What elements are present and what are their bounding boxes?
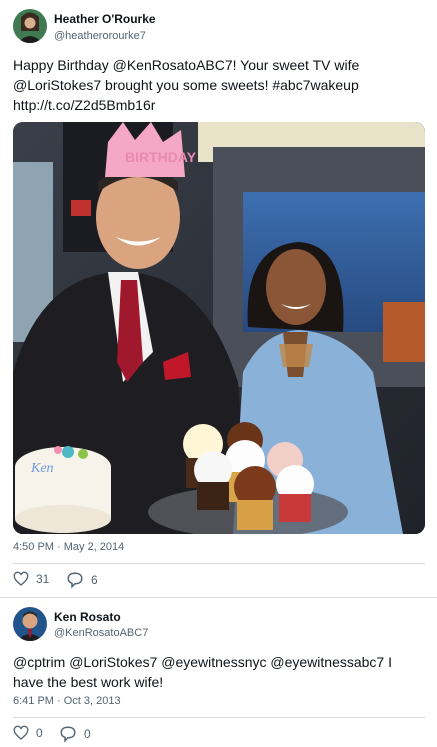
tweet-timestamp[interactable]: 4:50 PM · May 2, 2014 xyxy=(13,541,124,553)
reply-button[interactable]: 6 xyxy=(66,571,98,589)
avatar[interactable] xyxy=(13,607,47,641)
author-name[interactable]: Heather O'Rourke xyxy=(54,12,156,26)
heart-icon xyxy=(13,725,29,740)
divider xyxy=(13,717,425,718)
author-handle[interactable]: @heatherorourke7 xyxy=(54,30,146,42)
like-count: 31 xyxy=(36,572,50,586)
divider xyxy=(13,563,425,564)
tweet-photo[interactable]: BIRTHDAY Ken xyxy=(13,122,425,534)
reply-bubble-icon xyxy=(60,726,76,743)
like-button[interactable]: 31 xyxy=(13,571,49,587)
reply-count: 0 xyxy=(84,727,91,741)
tweet-card[interactable]: Ken Rosato @KenRosatoABC7 @cptrim @LoriS… xyxy=(0,598,437,747)
tweet-text: @cptrim @LoriStokes7 @eyewitnessnyc @eye… xyxy=(13,654,392,690)
heart-icon xyxy=(13,571,29,586)
svg-text:Ken: Ken xyxy=(30,461,54,476)
avatar[interactable] xyxy=(13,9,47,43)
like-button[interactable]: 0 xyxy=(13,725,43,741)
reply-count: 6 xyxy=(91,573,98,587)
tweet-timestamp[interactable]: 6:41 PM · Oct 3, 2013 xyxy=(13,695,121,707)
tweet-text: Happy Birthday @KenRosatoABC7! Your swee… xyxy=(13,57,360,113)
reply-button[interactable]: 0 xyxy=(59,725,91,743)
reply-bubble-icon xyxy=(67,572,83,589)
author-name[interactable]: Ken Rosato xyxy=(54,610,121,624)
tweet-card[interactable]: Heather O'Rourke @heatherorourke7 Happy … xyxy=(0,0,437,598)
author-handle[interactable]: @KenRosatoABC7 xyxy=(54,627,148,639)
like-count: 0 xyxy=(36,726,43,740)
crown-text: BIRTHDAY xyxy=(125,149,197,165)
